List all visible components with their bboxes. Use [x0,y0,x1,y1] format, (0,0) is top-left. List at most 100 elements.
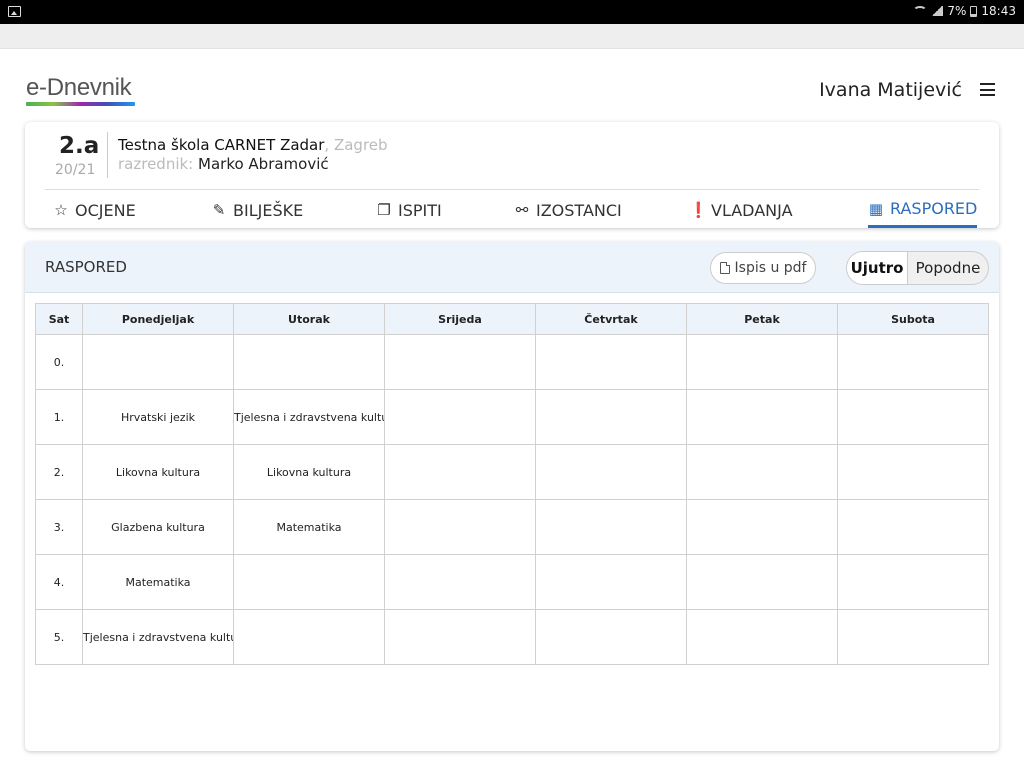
shift-afternoon-button[interactable]: Popodne [908,252,988,284]
file-pdf-icon [719,262,730,274]
user-name: Ivana Matijević [819,79,962,101]
table-header-row: Sat Ponedjeljak Utorak Srijeda Četvrtak … [35,303,989,335]
period-cell: 1. [35,389,83,445]
tab-label: ISPITI [398,200,442,220]
battery-percent: 7% [947,4,967,18]
lesson-cell: Matematika [82,554,234,610]
lesson-cell [384,444,536,500]
timetable: Sat Ponedjeljak Utorak Srijeda Četvrtak … [35,303,989,665]
period-cell: 0. [35,334,83,390]
table-row: 1. Hrvatski jezik Tjelesna i zdravstvena… [35,389,989,445]
lesson-cell [384,334,536,390]
wifi-icon [913,6,928,16]
column-header: Sat [35,303,83,335]
table-row: 4. Matematika [35,554,989,610]
tab-izostanci[interactable]: ⚯ IZOSTANCI [514,192,622,228]
lesson-cell [837,444,989,500]
print-pdf-label: Ispis u pdf [734,260,807,276]
lesson-cell [535,554,687,610]
lesson-cell [837,609,989,665]
lesson-cell [837,554,989,610]
table-row: 3. Glazbena kultura Matematika [35,499,989,555]
lesson-cell: Tjelesna i zdravstvena kultura [233,389,385,445]
lesson-cell: Likovna kultura [233,444,385,500]
period-cell: 4. [35,554,83,610]
status-time: 18:43 [981,4,1016,18]
star-icon: ☆ [54,201,68,219]
lesson-cell [535,499,687,555]
tab-vladanja[interactable]: ❗ VLADANJA [689,192,793,228]
lesson-cell [82,334,234,390]
lesson-cell [535,334,687,390]
class-name: 2.a [59,133,100,159]
lesson-cell [535,444,687,500]
schedule-header: RASPORED Ispis u pdf Ujutro Popodne [25,242,999,293]
column-header: Utorak [233,303,385,335]
tab-ocjene[interactable]: ☆ OCJENE [53,192,136,228]
tab-label: IZOSTANCI [536,200,622,220]
lesson-cell: Likovna kultura [82,444,234,500]
period-cell: 3. [35,499,83,555]
timetable-wrapper: Sat Ponedjeljak Utorak Srijeda Četvrtak … [35,303,989,665]
tab-label: VLADANJA [711,200,793,220]
lesson-cell [686,499,838,555]
tab-biljeske[interactable]: ✎ BILJEŠKE [211,192,304,228]
exclamation-circle-icon: ❗ [689,201,708,219]
print-pdf-button[interactable]: Ispis u pdf [710,252,816,284]
school-line: Testna škola CARNET Zadar, Zagreb [118,136,388,154]
tab-label: OCJENE [75,200,136,220]
shift-morning-button[interactable]: Ujutro [847,252,908,284]
gallery-icon [8,6,21,17]
lesson-cell: Glazbena kultura [82,499,234,555]
table-row: 5. Tjelesna i zdravstvena kultura [35,609,989,665]
lesson-cell [686,554,838,610]
column-header: Četvrtak [535,303,687,335]
card-separator [45,189,979,190]
school-city: , Zagreb [324,136,388,154]
lesson-cell: Hrvatski jezik [82,389,234,445]
schedule-title: RASPORED [45,258,127,276]
lesson-cell: Matematika [233,499,385,555]
table-row: 2. Likovna kultura Likovna kultura [35,444,989,500]
teacher-line: razrednik: Marko Abramović [118,155,329,173]
tab-raspored[interactable]: ▦ RASPORED [868,192,978,228]
lesson-cell [233,334,385,390]
column-header: Subota [837,303,989,335]
lesson-cell: Tjelesna i zdravstvena kultura [82,609,234,665]
school-year: 20/21 [55,162,96,178]
lesson-cell [686,334,838,390]
tab-ispiti[interactable]: ❐ ISPITI [376,192,442,228]
schedule-panel: RASPORED Ispis u pdf Ujutro Popodne Sat … [25,242,999,751]
teacher-name: Marko Abramović [198,155,329,173]
status-indicators: 7% 18:43 [913,4,1016,18]
lesson-cell [686,389,838,445]
column-header: Petak [686,303,838,335]
shift-toggle: Ujutro Popodne [846,251,989,285]
hamburger-menu-icon[interactable] [980,83,995,96]
page: e-Dnevnik Ivana Matijević 2.a 20/21 Test… [0,48,1024,768]
lesson-cell [384,554,536,610]
class-divider [107,132,108,178]
lesson-cell [384,609,536,665]
broken-link-icon: ⚯ [515,201,529,219]
lesson-cell [837,389,989,445]
lesson-cell [686,444,838,500]
lesson-cell [384,499,536,555]
logo-underline [26,102,135,106]
app-logo[interactable]: e-Dnevnik [26,74,132,102]
period-cell: 2. [35,444,83,500]
tab-label: BILJEŠKE [233,200,304,220]
copy-icon: ❐ [377,201,391,219]
column-header: Srijeda [384,303,536,335]
tab-label: RASPORED [890,199,978,218]
battery-icon [970,5,978,17]
column-header: Ponedjeljak [82,303,234,335]
lesson-cell [837,499,989,555]
lesson-cell [535,609,687,665]
period-cell: 5. [35,609,83,665]
status-bar: 7% 18:43 [0,0,1024,24]
lesson-cell [686,609,838,665]
lesson-cell [535,389,687,445]
calendar-icon: ▦ [868,199,884,218]
school-name: Testna škola CARNET Zadar [118,136,325,154]
